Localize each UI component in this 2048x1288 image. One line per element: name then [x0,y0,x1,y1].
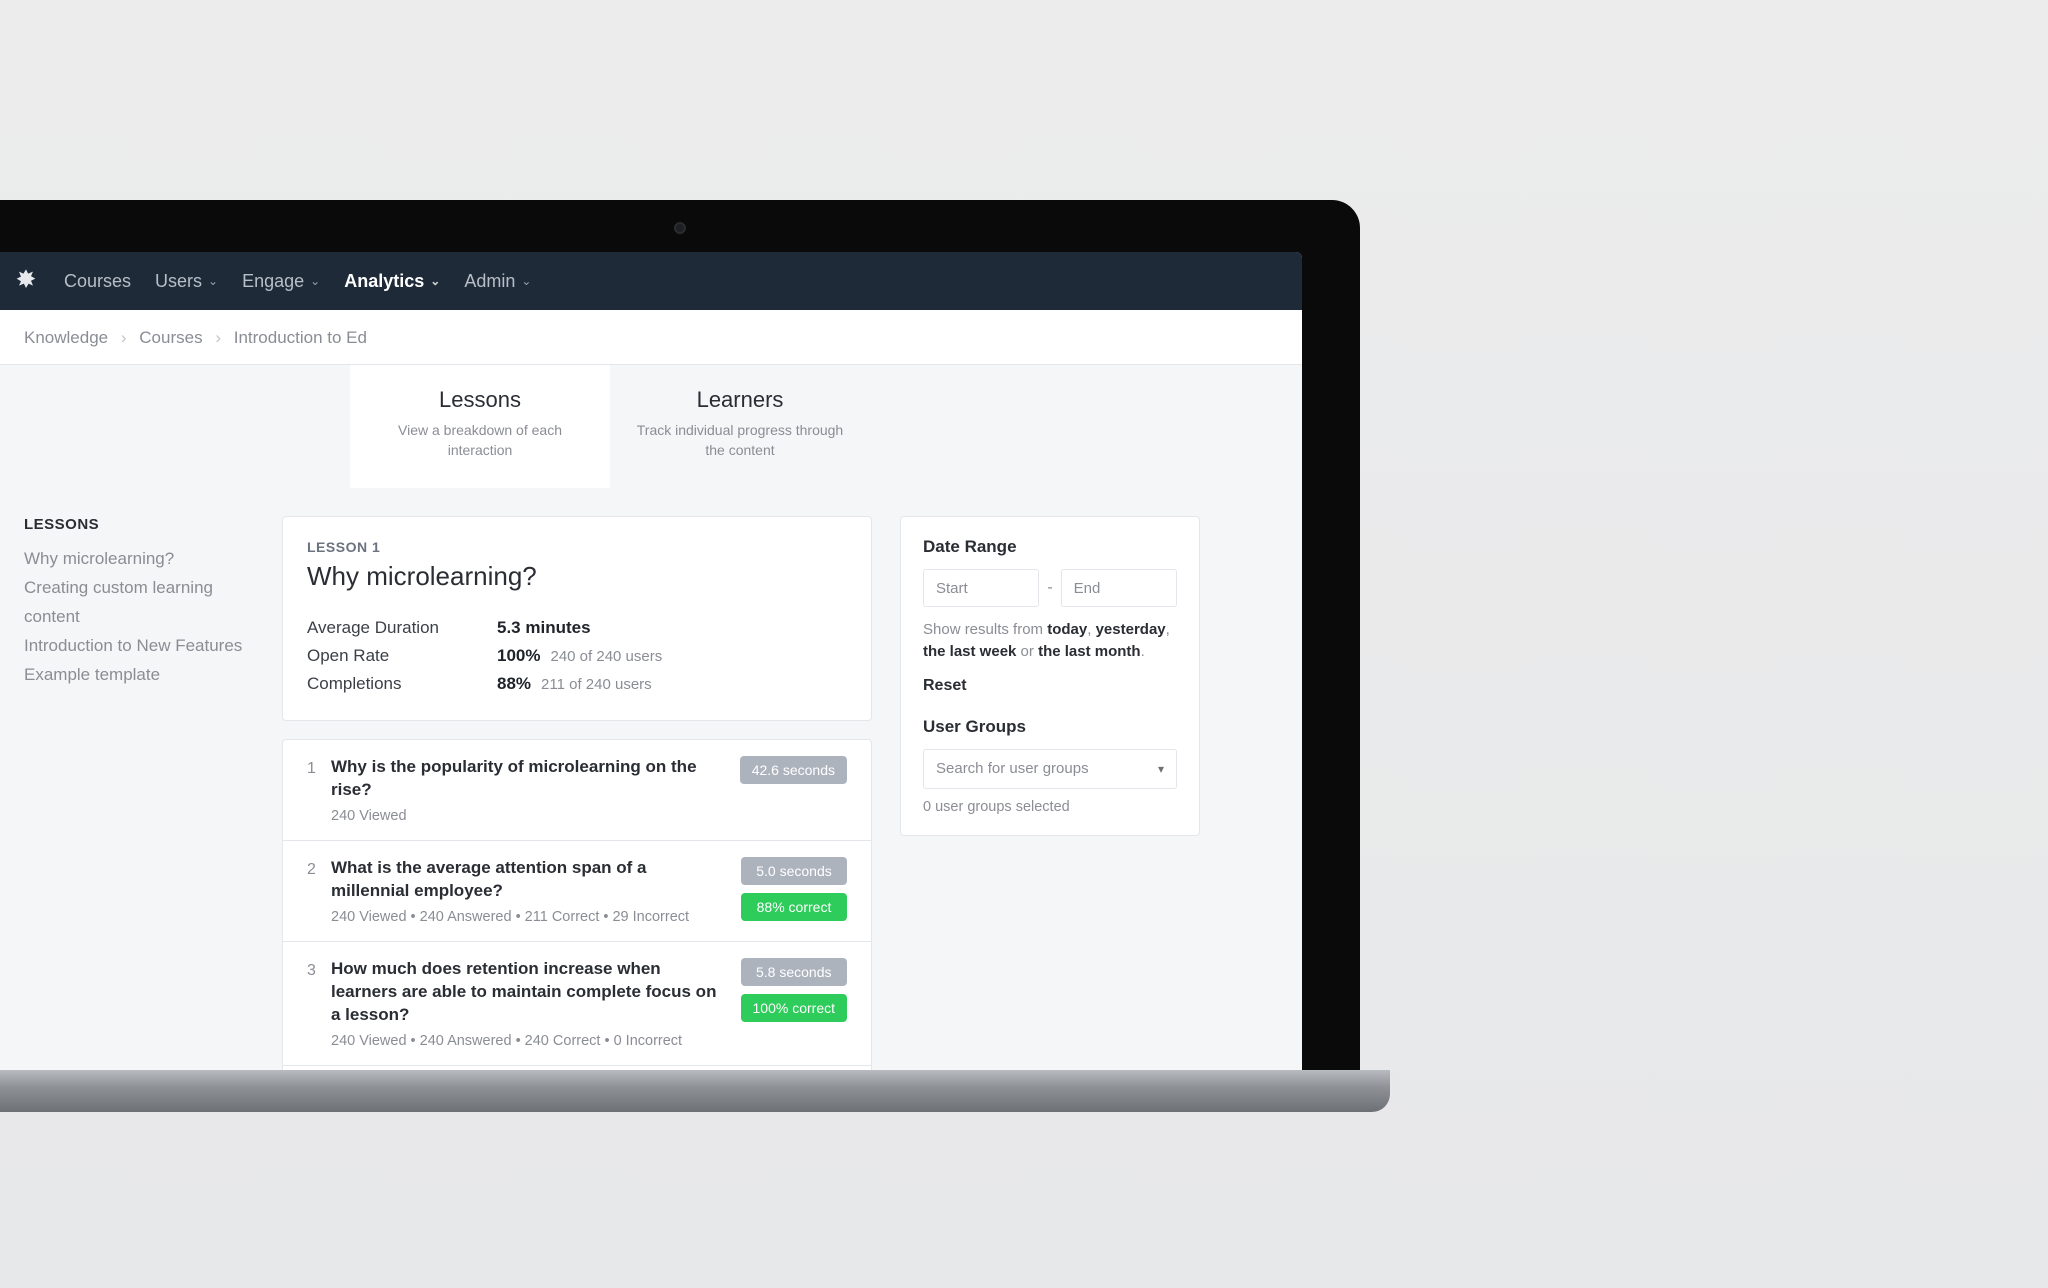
slide-question: What is the average attention span of a … [331,857,727,903]
breadcrumb: Knowledge › Courses › Introduction to Ed [0,310,1302,365]
reset-button[interactable]: Reset [923,677,1177,695]
stat-key: Completions [307,674,467,694]
time-badge: 5.0 seconds [741,857,847,885]
slides-list: 1Why is the popularity of microlearning … [282,739,872,1070]
nav-item-courses[interactable]: Courses [64,271,131,292]
stat-note: 211 of 240 users [541,676,652,693]
laptop-base [0,1070,1390,1112]
date-range-heading: Date Range [923,537,1177,557]
tab-subtitle: View a breakdown of each interaction [370,421,590,460]
sidebar-lesson-link[interactable]: Why microlearning? [24,545,254,574]
chevron-down-icon: ⌄ [208,274,218,288]
nav-item-users[interactable]: Users⌄ [155,271,218,292]
view-tabs: Lessons View a breakdown of each interac… [0,365,1302,488]
lesson-title: Why microlearning? [307,561,847,592]
slide-row[interactable]: 3How much does retention increase when l… [282,942,872,1066]
breadcrumb-item[interactable]: Introduction to Ed [234,328,367,347]
lessons-sidebar: LESSONS Why microlearning?Creating custo… [24,516,254,1070]
nav-item-engage[interactable]: Engage⌄ [242,271,320,292]
stat-key: Average Duration [307,618,467,638]
stat-key: Open Rate [307,646,467,666]
chevron-down-icon: ▾ [1158,762,1164,776]
stat-value: 5.3 minutes [497,618,591,638]
sidebar-heading: LESSONS [24,516,254,533]
app-logo-icon [12,267,40,295]
quick-link-today[interactable]: today [1047,621,1087,638]
date-quick-links: Show results from today, yesterday, the … [923,619,1177,663]
slide-row[interactable]: 2What is the average attention span of a… [282,841,872,942]
slide-meta: 240 Viewed • 240 Answered • 240 Correct … [331,1033,727,1049]
slide-question: How much does retention increase when le… [331,958,727,1027]
time-badge: 5.8 seconds [741,958,847,986]
breadcrumb-item[interactable]: Knowledge [24,328,108,347]
sidebar-lesson-link[interactable]: Introduction to New Features [24,632,254,661]
top-nav: Courses Users⌄ Engage⌄ Analytics⌄ Admin⌄ [0,252,1302,310]
filters-panel: Date Range Start - End Show results from… [900,516,1200,836]
sidebar-lesson-link[interactable]: Example template [24,661,254,690]
lesson-summary-card: LESSON 1 Why microlearning? Average Dura… [282,516,872,721]
slide-meta: 240 Viewed [331,808,726,824]
slide-row[interactable]: 1Why is the popularity of microlearning … [282,739,872,841]
slide-row[interactable]: 4Untitled Slide227 Viewed • 218 Answered… [282,1066,872,1070]
tab-subtitle: Track individual progress through the co… [630,421,850,460]
time-badge: 42.6 seconds [740,756,847,784]
quick-link-yesterday[interactable]: yesterday [1096,621,1166,638]
correct-badge: 100% correct [741,994,847,1022]
chevron-down-icon: ⌄ [310,274,320,288]
quick-link-last-month[interactable]: the last month [1038,643,1141,660]
date-end-input[interactable]: End [1061,569,1177,607]
lesson-label: LESSON 1 [307,539,847,555]
user-groups-select[interactable]: Search for user groups ▾ [923,749,1177,789]
slide-number: 3 [307,958,331,980]
chevron-right-icon: › [215,328,221,347]
tab-lessons[interactable]: Lessons View a breakdown of each interac… [350,365,610,488]
stat-value: 100%240 of 240 users [497,646,662,666]
tab-learners[interactable]: Learners Track individual progress throu… [610,365,870,488]
correct-badge: 88% correct [741,893,847,921]
chevron-right-icon: › [121,328,127,347]
chevron-down-icon: ⌄ [430,274,440,288]
user-groups-selected-count: 0 user groups selected [923,799,1177,815]
range-separator: - [1047,579,1052,597]
breadcrumb-item[interactable]: Courses [139,328,202,347]
tab-title: Lessons [370,387,590,413]
quick-link-last-week[interactable]: the last week [923,643,1016,660]
slide-number: 2 [307,857,331,879]
slide-meta: 240 Viewed • 240 Answered • 211 Correct … [331,909,727,925]
select-placeholder: Search for user groups [936,760,1089,777]
sidebar-lesson-link[interactable]: Creating custom learning content [24,574,254,632]
camera-dot [674,222,686,234]
nav-item-analytics[interactable]: Analytics⌄ [344,271,440,292]
slide-number: 1 [307,756,331,778]
chevron-down-icon: ⌄ [521,274,531,288]
nav-item-admin[interactable]: Admin⌄ [464,271,531,292]
stat-value: 88%211 of 240 users [497,674,652,694]
tab-title: Learners [630,387,850,413]
stat-note: 240 of 240 users [550,648,662,665]
slide-question: Why is the popularity of microlearning o… [331,756,726,802]
user-groups-heading: User Groups [923,717,1177,737]
date-start-input[interactable]: Start [923,569,1039,607]
